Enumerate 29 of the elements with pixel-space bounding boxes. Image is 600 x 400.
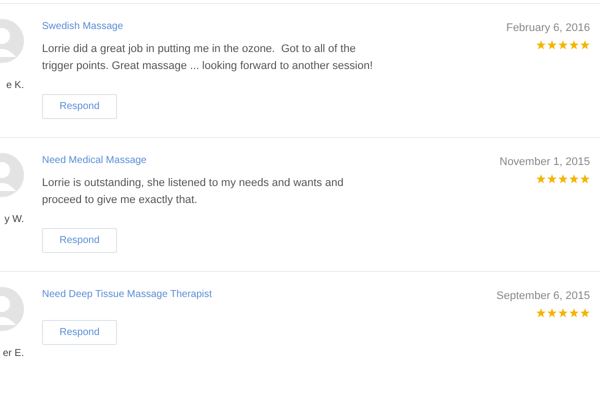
star-icon xyxy=(547,174,557,184)
star-icon xyxy=(536,174,546,184)
review-text: Lorrie did a great job in putting me in the ozone. Got to all of the trigger points. Great massage ... looking forward to another session! xyxy=(42,42,374,74)
star-icon xyxy=(569,174,579,184)
review-title: Need Deep Tissue Massage Therapist xyxy=(42,289,212,300)
star-icon xyxy=(569,40,579,50)
star-icon xyxy=(558,174,568,184)
reviewer-name: e K. xyxy=(6,80,24,91)
review-date: September 6, 2015 xyxy=(496,290,590,302)
respond-button[interactable]: Respond xyxy=(42,228,117,253)
review-date: February 6, 2016 xyxy=(506,22,590,34)
star-icon xyxy=(536,40,546,50)
respond-button[interactable]: Respond xyxy=(42,94,117,119)
star-icon xyxy=(536,308,546,318)
star-icon xyxy=(580,174,590,184)
star-icon xyxy=(547,308,557,318)
star-icon xyxy=(558,40,568,50)
respond-button[interactable]: Respond xyxy=(42,320,117,345)
review-title: Need Medical Massage xyxy=(42,155,146,166)
reviewer-name: y W. xyxy=(4,214,24,225)
star-icon xyxy=(580,308,590,318)
reviewer-name: er E. xyxy=(2,348,24,359)
review-title: Swedish Massage xyxy=(42,21,124,32)
star-icon xyxy=(547,40,557,50)
review-date: November 1, 2015 xyxy=(500,156,590,168)
star-icon xyxy=(558,308,568,318)
star-icon xyxy=(569,308,579,318)
review-text: Lorrie is outstanding, she listened to my needs and wants and proceed to give me exactly that. xyxy=(42,176,344,208)
star-icon xyxy=(580,40,590,50)
